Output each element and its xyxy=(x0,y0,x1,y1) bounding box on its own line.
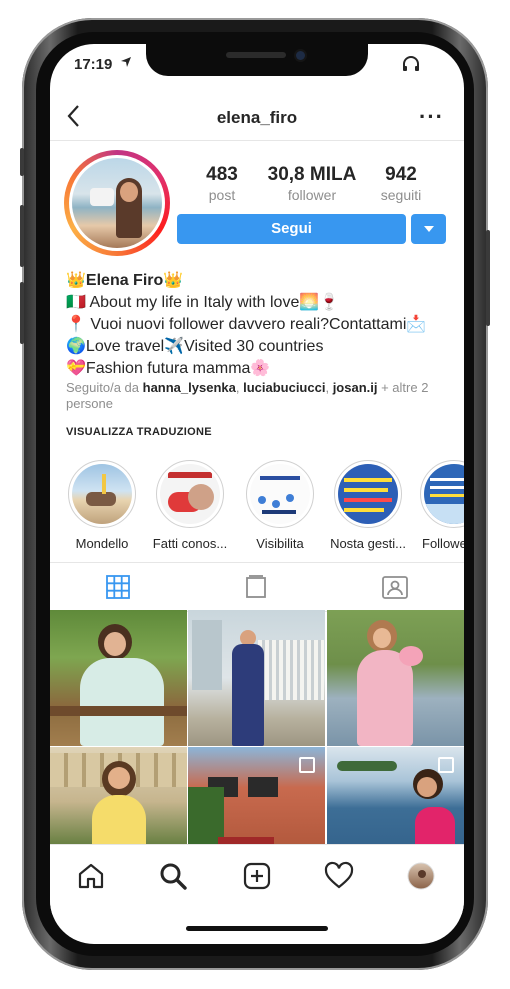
stat-followers-value: 30,8 MILA xyxy=(267,164,357,185)
search-icon[interactable] xyxy=(158,861,188,891)
profile-name: 👑Elena Firo👑 xyxy=(66,272,184,289)
plus-square-icon[interactable] xyxy=(242,861,272,891)
grid-icon[interactable] xyxy=(106,575,130,599)
highlight-followers[interactable]: Followe xyxy=(416,460,464,551)
stat-following[interactable]: 942 seguiti xyxy=(376,164,426,203)
profile-avatar-icon[interactable] xyxy=(406,861,436,891)
location-arrow-icon xyxy=(120,56,132,71)
multiple-photos-icon xyxy=(438,757,454,773)
tagged-person-icon[interactable] xyxy=(382,575,408,599)
bottom-nav xyxy=(50,844,464,915)
stat-following-label: seguiti xyxy=(380,187,422,203)
multiple-photos-icon xyxy=(299,757,315,773)
home-indicator[interactable] xyxy=(186,926,328,931)
heart-icon[interactable] xyxy=(324,861,354,891)
highlight-fatti-conosciuti[interactable]: Fatti conos... xyxy=(150,460,230,551)
highlight-label: Fatti conos... xyxy=(152,536,228,551)
stat-following-value: 942 xyxy=(385,164,417,185)
highlight-mondello[interactable]: Mondello xyxy=(62,460,142,551)
followed-by[interactable]: Seguito/a da hanna_lysenka, luciabuciucc… xyxy=(66,380,456,412)
follow-button[interactable]: Segui xyxy=(177,214,406,244)
caret-down-icon[interactable] xyxy=(411,214,446,244)
profile-tabs xyxy=(50,562,464,612)
avatar-story-ring[interactable] xyxy=(64,150,170,256)
stat-posts-label: post xyxy=(208,187,236,203)
volume-down-button xyxy=(20,282,24,344)
speaker xyxy=(226,52,286,58)
follower-name[interactable]: luciabuciucci xyxy=(243,380,325,395)
translate-link[interactable]: VISUALIZZA TRADUZIONE xyxy=(66,426,212,438)
bio-line: 🌍Love travel✈️Visited 30 countries xyxy=(66,338,324,355)
bio-line: 💝Fashion futura mamma🌸 xyxy=(66,360,271,377)
bio-line: 📍 Vuoi nuovi follower davvero reali?Cont… xyxy=(66,316,427,333)
profile-header: elena_firo ··· xyxy=(50,100,464,141)
highlight-label: Followe xyxy=(422,536,464,551)
follower-name[interactable]: josan.ij xyxy=(333,380,378,395)
stat-followers-label: follower xyxy=(287,187,337,203)
avatar-photo xyxy=(72,158,162,248)
headphones-icon xyxy=(402,56,419,71)
username-title: elena_firo xyxy=(216,108,298,127)
home-icon[interactable] xyxy=(76,861,106,891)
grid-post[interactable] xyxy=(50,610,187,746)
highlight-visibilita[interactable]: Visibilita xyxy=(240,460,320,551)
power-button xyxy=(486,230,490,326)
stat-posts: 483 post xyxy=(196,164,248,203)
follower-name[interactable]: hanna_lysenka xyxy=(143,380,236,395)
highlight-label: Nosta gesti... xyxy=(330,536,406,551)
avatar xyxy=(69,155,165,251)
highlight-label: Mondello xyxy=(75,536,129,551)
grid-post[interactable] xyxy=(327,610,464,746)
bio-line: 🇮🇹 About my life in Italy with love🌅🍷 xyxy=(66,294,340,311)
front-camera xyxy=(296,51,305,60)
status-time: 17:19 xyxy=(74,56,113,73)
highlight-nostra-gestione[interactable]: Nosta gesti... xyxy=(328,460,408,551)
stat-followers[interactable]: 30,8 MILA follower xyxy=(260,164,364,203)
notch xyxy=(146,44,368,76)
highlight-label: Visibilita xyxy=(256,536,304,551)
more-dots-icon[interactable]: ··· xyxy=(419,104,444,130)
mute-switch xyxy=(20,148,24,176)
screen: 17:19 elena_firo ··· 483 post 30,8 MILA xyxy=(50,44,464,944)
volume-up-button xyxy=(20,205,24,267)
bio: 👑Elena Firo👑 🇮🇹 About my life in Italy w… xyxy=(66,270,456,380)
stat-posts-value: 483 xyxy=(206,164,238,185)
igtv-icon[interactable] xyxy=(244,575,268,599)
grid-post[interactable] xyxy=(188,610,325,746)
